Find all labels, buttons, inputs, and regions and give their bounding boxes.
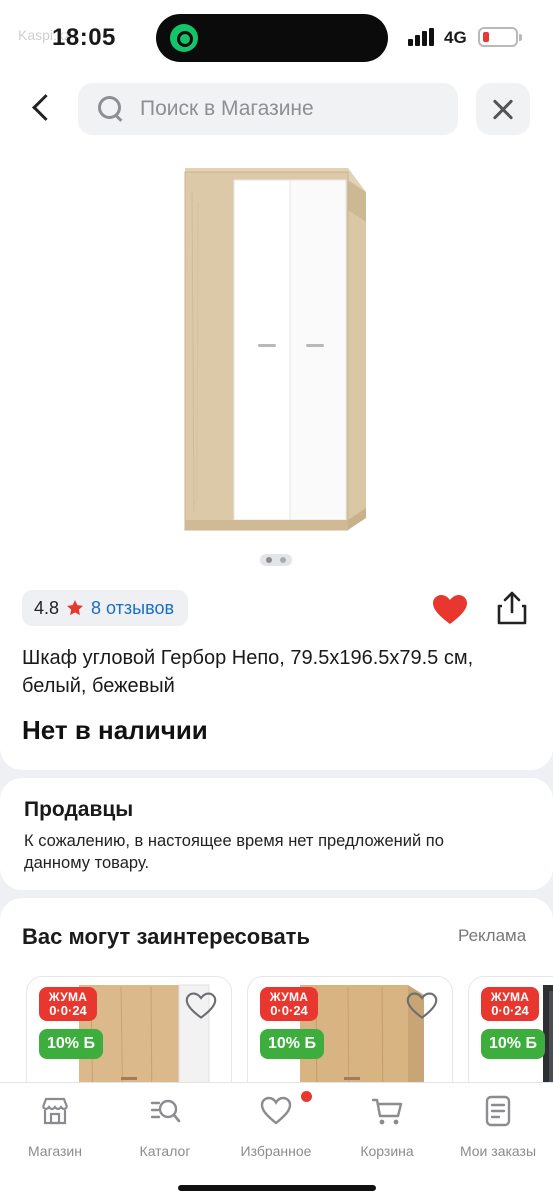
product-title: Шкаф угловой Гербор Непо, 79.5x196.5x79.…	[22, 647, 474, 697]
product-card: 4.8 8 отзывов Шкаф угловой Гербор Непо, …	[0, 150, 553, 770]
catalog-icon	[150, 1099, 181, 1123]
cart-icon	[371, 1098, 403, 1125]
reviews-link[interactable]: 8 отзывов	[91, 598, 174, 619]
sale-badge: ЖУМА 0·0·24	[481, 987, 539, 1021]
product-image[interactable]	[150, 162, 400, 542]
heart-icon	[260, 1096, 292, 1125]
call-activity-icon	[170, 24, 198, 52]
top-bar	[0, 70, 553, 150]
status-time: 18:05	[52, 24, 116, 51]
heart-outline-icon[interactable]	[185, 991, 217, 1021]
sale-badge: ЖУМА 0·0·24	[39, 987, 97, 1021]
bonus-badge: 10% Б	[260, 1029, 324, 1059]
back-button[interactable]	[22, 86, 62, 130]
search-box[interactable]	[78, 83, 458, 135]
favorite-heart-icon[interactable]	[432, 594, 468, 626]
search-icon	[98, 96, 124, 122]
nav-item-cart[interactable]: Корзина	[332, 1093, 442, 1163]
stock-status: Нет в наличии	[22, 715, 208, 745]
close-button[interactable]	[476, 83, 530, 135]
dynamic-island	[156, 14, 388, 62]
rating-pill[interactable]: 4.8 8 отзывов	[22, 590, 189, 626]
heart-outline-icon[interactable]	[406, 991, 438, 1021]
rating-value: 4.8	[34, 597, 60, 618]
nav-item-favorites[interactable]: Избранное	[221, 1091, 331, 1163]
nav-label: Каталог	[139, 1143, 191, 1159]
battery-icon	[478, 27, 522, 47]
search-input[interactable]	[140, 83, 440, 135]
home-indicator[interactable]	[178, 1185, 376, 1191]
product-page: Kaspi.kz 18:05 4G Поиск в Магазине 4.8 8…	[0, 0, 553, 1200]
recommendations-title: Вас могут заинтересовать	[22, 924, 310, 949]
share-icon[interactable]	[494, 590, 530, 626]
sellers-title: Продавцы	[24, 798, 134, 821]
status-bar: Kaspi.kz 18:05 4G	[0, 0, 553, 70]
nav-label: Корзина	[360, 1143, 414, 1159]
bonus-badge: 10% Б	[39, 1029, 103, 1059]
nav-item-orders[interactable]: Мои заказы	[443, 1093, 553, 1163]
star-icon	[67, 600, 83, 616]
network-type: 4G	[444, 28, 467, 47]
nav-label: Магазин	[27, 1143, 82, 1159]
signal-icon	[408, 28, 436, 46]
orders-icon	[485, 1095, 511, 1127]
store-icon	[41, 1097, 69, 1125]
bottom-navigation: Магазин Каталог Избранное Корзина Мои за…	[0, 1082, 553, 1200]
image-pagination	[260, 554, 292, 566]
sale-badge: ЖУМА 0·0·24	[260, 987, 318, 1021]
nav-item-catalog[interactable]: Каталог	[110, 1093, 220, 1163]
sellers-empty-text: К сожалению, в настоящее время нет предл…	[24, 832, 444, 872]
sellers-card: Продавцы К сожалению, в настоящее время …	[0, 778, 553, 890]
notification-dot	[301, 1091, 312, 1102]
nav-label: Избранное	[240, 1143, 312, 1159]
nav-item-store[interactable]: Магазин	[0, 1093, 110, 1163]
bonus-badge: 10% Б	[481, 1029, 545, 1059]
ad-label[interactable]: Реклама	[458, 926, 526, 946]
nav-label: Мои заказы	[459, 1143, 537, 1159]
